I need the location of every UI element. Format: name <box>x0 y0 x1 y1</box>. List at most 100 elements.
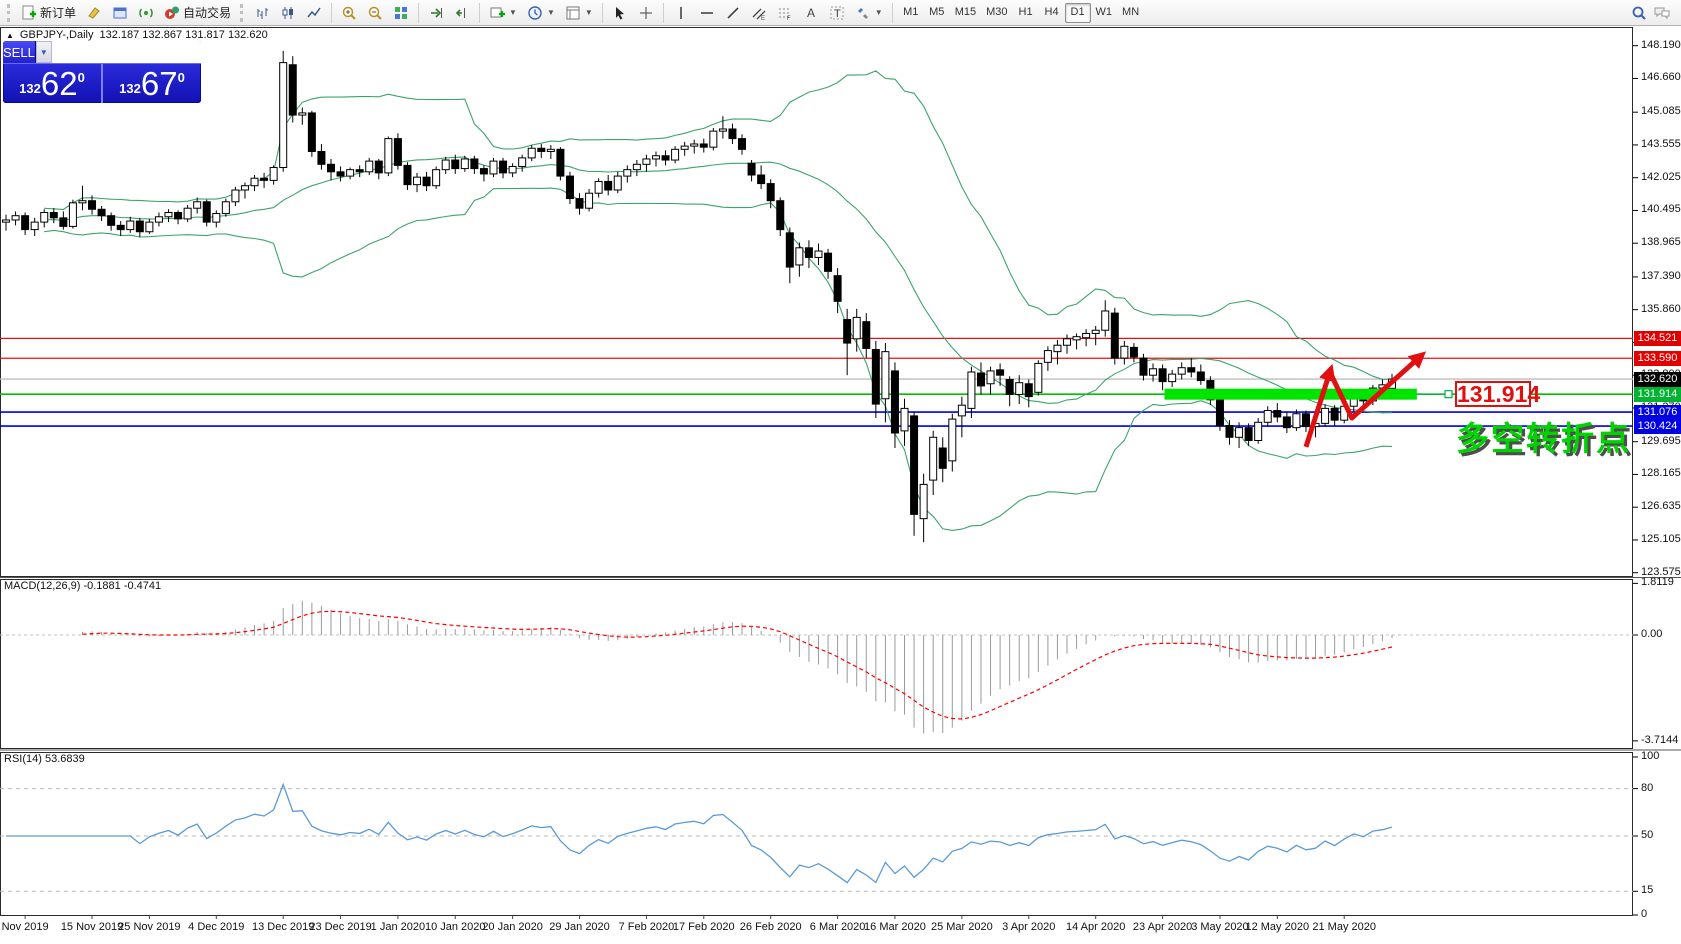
vertical-line-icon <box>673 5 689 21</box>
search-symbols-icon[interactable] <box>1631 5 1647 21</box>
crosshair-tool-button[interactable] <box>634 2 658 24</box>
candlestick-mode-button[interactable] <box>276 2 300 24</box>
svg-text:A: A <box>807 6 815 20</box>
signals-button[interactable] <box>134 2 158 24</box>
price-marker-badge: 131.914 <box>1634 387 1681 402</box>
price-marker-badge: 134.521 <box>1634 331 1681 346</box>
new-order-icon <box>21 5 37 21</box>
symbol-marker-icon: ▲ <box>6 31 14 40</box>
timeframe-d1[interactable]: D1 <box>1065 3 1091 23</box>
chart-shift-button[interactable] <box>450 2 474 24</box>
sell-price-prefix: 132 <box>19 81 41 96</box>
signal-icon <box>138 5 154 21</box>
label-icon: T <box>829 5 845 21</box>
sell-price[interactable]: 132 62 0 <box>3 64 101 103</box>
price-annotation-box[interactable]: 131.914 <box>1455 381 1531 407</box>
zoom-out-icon <box>367 5 383 21</box>
buy-price[interactable]: 132 67 0 <box>103 64 201 103</box>
bar-chart-mode-button[interactable] <box>250 2 274 24</box>
price-tick-label: 138.965 <box>1641 236 1681 248</box>
chart-shift-icon <box>454 5 470 21</box>
zoom-in-button[interactable] <box>337 2 361 24</box>
sell-button[interactable]: SELL <box>3 41 35 63</box>
templates-button[interactable]: ▼ <box>561 2 597 24</box>
data-window-button[interactable] <box>108 2 132 24</box>
toolbar-grip[interactable] <box>7 4 12 22</box>
timeframe-m30[interactable]: M30 <box>981 3 1012 23</box>
symbol-info-line: ▲ GBPJPY-,Daily 132.187 132.867 131.817 … <box>6 29 268 41</box>
horizontal-line-tool-button[interactable] <box>695 2 719 24</box>
rsi-tick-label: 50 <box>1641 829 1653 841</box>
zoom-in-icon <box>341 5 357 21</box>
timeframe-h1[interactable]: H1 <box>1013 3 1039 23</box>
equidistant-channel-icon: E <box>751 5 767 21</box>
cursor-icon <box>612 5 628 21</box>
auto-scroll-icon <box>428 5 444 21</box>
rsi-tick-label: 15 <box>1641 884 1653 896</box>
volume-decrease-button[interactable]: ▼ <box>36 41 52 63</box>
template-icon <box>565 5 581 21</box>
new-chart-icon <box>489 5 505 21</box>
arrows-tool-button[interactable]: ▼ <box>851 2 887 24</box>
svg-text:E: E <box>761 16 765 21</box>
timeframe-m5[interactable]: M5 <box>924 3 950 23</box>
macd-tick-label: -3.7144 <box>1641 734 1678 746</box>
text-tool-button[interactable]: A <box>799 2 823 24</box>
chart-canvas[interactable] <box>0 0 1681 944</box>
new-order-label: 新订单 <box>40 4 76 21</box>
price-tick-label: 142.025 <box>1641 171 1681 183</box>
new-order-button[interactable]: 新订单 <box>17 2 80 24</box>
fibonacci-tool-button[interactable]: F <box>773 2 797 24</box>
crosshair-icon <box>638 5 654 21</box>
price-tick-label: 148.190 <box>1641 39 1681 51</box>
cursor-tool-button[interactable] <box>608 2 632 24</box>
arrows-icon <box>855 5 871 21</box>
price-tick-label: 129.695 <box>1641 435 1681 447</box>
periods-button[interactable]: ▼ <box>523 2 559 24</box>
candlestick-icon <box>280 5 296 21</box>
price-tick-label: 145.085 <box>1641 105 1681 117</box>
dropdown-caret-icon: ▼ <box>509 8 517 17</box>
timeframe-h4[interactable]: H4 <box>1039 3 1065 23</box>
auto-scroll-button[interactable] <box>424 2 448 24</box>
line-chart-mode-button[interactable] <box>302 2 326 24</box>
new-chart-button[interactable]: ▼ <box>485 2 521 24</box>
price-marker-badge: 130.424 <box>1634 419 1681 434</box>
rsi-tick-label: 100 <box>1641 750 1659 762</box>
dropdown-caret-icon: ▼ <box>547 8 555 17</box>
dropdown-caret-icon: ▼ <box>875 8 883 17</box>
price-tick-label: 140.495 <box>1641 203 1681 215</box>
main-toolbar: 新订单 自动交易 <box>0 0 1681 26</box>
chat-icon[interactable] <box>1653 5 1671 21</box>
price-tick-label: 143.555 <box>1641 138 1681 150</box>
sell-price-sup: 0 <box>78 70 85 85</box>
symbol-ohlc: 132.187 132.867 131.817 132.620 <box>99 29 267 41</box>
window-icon <box>112 5 128 21</box>
timeframe-m15[interactable]: M15 <box>950 3 981 23</box>
buy-price-prefix: 132 <box>119 81 141 96</box>
timeframe-w1[interactable]: W1 <box>1091 3 1118 23</box>
vertical-line-tool-button[interactable] <box>669 2 693 24</box>
buy-price-big: 67 <box>141 67 178 100</box>
macd-tick-label: 1.8119 <box>1641 576 1674 588</box>
rsi-label: RSI(14) 53.6839 <box>4 753 85 765</box>
tile-windows-button[interactable] <box>389 2 413 24</box>
price-tick-label: 135.860 <box>1641 303 1681 315</box>
volume-input[interactable] <box>52 41 201 63</box>
channel-tool-button[interactable]: E <box>747 2 771 24</box>
trendline-tool-button[interactable] <box>721 2 745 24</box>
text-icon: A <box>803 5 819 21</box>
macd-label: MACD(12,26,9) -0.1881 -0.4741 <box>4 580 161 592</box>
turning-point-annotation[interactable]: 多空转折点 <box>1456 412 1631 460</box>
rsi-tick-label: 0 <box>1641 908 1647 920</box>
zoom-out-button[interactable] <box>363 2 387 24</box>
label-tool-button[interactable]: T <box>825 2 849 24</box>
price-tick-label: 125.105 <box>1641 533 1681 545</box>
market-watch-button[interactable] <box>82 2 106 24</box>
auto-trading-button[interactable]: 自动交易 <box>160 2 235 24</box>
toolbar-grip[interactable] <box>240 4 245 22</box>
timeframe-mn[interactable]: MN <box>1117 3 1144 23</box>
trendline-icon <box>725 5 741 21</box>
timeframe-m1[interactable]: M1 <box>898 3 924 23</box>
tile-windows-icon <box>393 5 409 21</box>
